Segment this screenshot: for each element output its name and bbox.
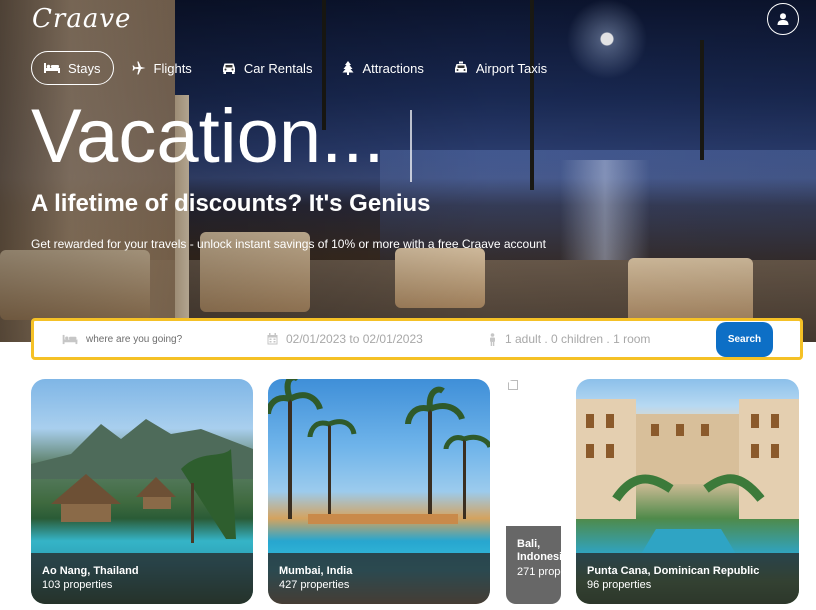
destination-card[interactable]: Bali, Indonesia 271 properties: [506, 379, 561, 604]
main-nav: Stays Flights Car Rentals Attractions Ai…: [31, 51, 565, 85]
hero-title: Vacation...: [31, 94, 385, 179]
destination-input[interactable]: where are you going?: [86, 334, 182, 345]
user-icon: [777, 13, 789, 25]
taxi-icon: [454, 61, 467, 73]
nav-label: Car Rentals: [243, 60, 313, 76]
nav-label: Airport Taxis: [475, 60, 548, 76]
destination-name: Ao Nang, Thailand: [42, 565, 139, 577]
date-field[interactable]: 02/01/2023 to 02/01/2023: [267, 321, 423, 357]
destination-caption: Punta Cana, Dominican Republic 96 proper…: [576, 553, 799, 604]
hero-subtitle: A lifetime of discounts? It's Genius: [31, 190, 431, 217]
nav-item-stays[interactable]: Stays: [31, 51, 114, 85]
destination-property-count: 271 properties: [517, 566, 561, 578]
nav-label: Flights: [153, 60, 192, 76]
destination-card[interactable]: Ao Nang, Thailand 103 properties: [31, 379, 253, 604]
broken-image-icon: [508, 380, 518, 390]
bed-icon: [62, 334, 78, 344]
nav-label: Stays: [68, 60, 101, 76]
bed-icon: [44, 63, 60, 73]
tree-icon: [342, 61, 354, 75]
calendar-icon: [267, 333, 278, 345]
guests-value: 1 adult . 0 children . 1 room: [505, 332, 651, 346]
typing-cursor: [410, 110, 412, 182]
destination-card[interactable]: Punta Cana, Dominican Republic 96 proper…: [576, 379, 799, 604]
hero-description: Get rewarded for your travels - unlock i…: [31, 237, 546, 251]
nav-label: Attractions: [362, 60, 424, 76]
guests-field[interactable]: 1 adult . 0 children . 1 room: [488, 321, 650, 357]
destination-field[interactable]: where are you going?: [62, 321, 182, 357]
destination-property-count: 103 properties: [42, 579, 113, 591]
profile-button[interactable]: [767, 3, 799, 35]
search-button[interactable]: Search: [716, 322, 773, 357]
destination-property-count: 427 properties: [279, 579, 350, 591]
date-range-value: 02/01/2023 to 02/01/2023: [286, 332, 423, 346]
car-icon: [222, 63, 235, 74]
app-logo[interactable]: Craave: [32, 4, 131, 34]
plane-icon: [132, 61, 146, 75]
nav-item-airport-taxis[interactable]: Airport Taxis: [442, 51, 559, 85]
destination-caption: Ao Nang, Thailand 103 properties: [31, 553, 253, 604]
destination-name: Punta Cana, Dominican Republic: [587, 565, 760, 577]
destination-name: Bali, Indonesia: [517, 538, 561, 563]
nav-item-car-rentals[interactable]: Car Rentals: [210, 51, 325, 85]
destination-name: Mumbai, India: [279, 565, 353, 577]
nav-item-attractions[interactable]: Attractions: [330, 51, 435, 85]
destination-property-count: 96 properties: [587, 579, 652, 591]
nav-item-flights[interactable]: Flights: [120, 51, 204, 85]
destination-card[interactable]: Mumbai, India 427 properties: [268, 379, 490, 604]
search-bar: where are you going? 02/01/2023 to 02/01…: [31, 318, 803, 360]
destination-caption: Bali, Indonesia 271 properties: [506, 526, 561, 604]
person-icon: [490, 332, 495, 346]
destination-caption: Mumbai, India 427 properties: [268, 553, 490, 604]
